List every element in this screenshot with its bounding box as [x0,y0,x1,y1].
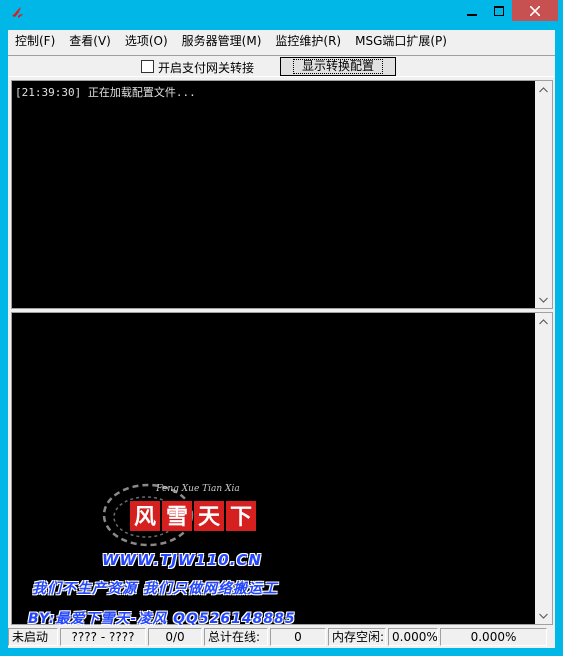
menu-server-manage[interactable]: 服务器管理(M) [175,32,269,50]
payment-gateway-label[interactable]: 开启支付网关转接 [158,59,254,76]
maximize-button[interactable] [485,0,512,21]
author-line: BY:最爱下雪天-凌风 QQ526148885 [28,611,296,627]
chevron-down-icon [539,613,548,619]
scroll-down-button[interactable] [535,291,552,308]
payment-gateway-checkbox[interactable] [141,60,154,73]
logo-char: 雪 [166,505,188,530]
status-count: 0/0 [148,628,202,646]
log-pane[interactable]: [21:39:30] 正在加载配置文件... [11,80,553,309]
menu-monitor[interactable]: 监控维护(R) [268,32,348,50]
status-online-value: 0 [270,628,326,646]
log-line: [21:39:30] 正在加载配置文件... [15,86,196,99]
status-mem-value: 0.000% [388,628,438,646]
status-extra-value: 0.000% [440,628,547,646]
close-icon [530,5,540,16]
fengxue-logo: 风 雪 天 下 Feng Xue Tian Xia [102,483,256,547]
minimize-button[interactable] [458,0,485,21]
scroll-up-button[interactable] [535,313,552,330]
logo-char: 天 [198,505,221,530]
close-button[interactable] [512,0,558,21]
client-area: 控制(F) 查看(V) 选项(O) 服务器管理(M) 监控维护(R) MSG端口… [8,30,555,648]
status-online-label: 总计在线: [204,628,268,646]
slogan-text: 我们不生产资源 我们只做网络搬运工 [32,581,278,597]
maximize-icon [493,5,504,16]
menu-options[interactable]: 选项(O) [118,32,175,50]
chevron-up-icon [539,86,548,92]
scroll-up-button[interactable] [535,81,552,98]
minimize-icon [466,13,477,16]
status-range: ???? - ???? [60,628,146,646]
status-mem-label: 内存空闲: [328,628,386,646]
logo-char: 下 [230,505,252,530]
banner-pane[interactable]: 风 雪 天 下 Feng Xue Tian Xia WWW.TJW110.CN … [11,312,553,627]
show-config-button[interactable]: 显示转换配置 [280,57,396,76]
log-scrollbar[interactable] [535,81,552,308]
app-window: 控制(F) 查看(V) 选项(O) 服务器管理(M) 监控维护(R) MSG端口… [0,0,563,656]
status-state: 未启动 [8,628,58,646]
toolbar: 开启支付网关转接 显示转换配置 [8,55,555,77]
banner-scrollbar[interactable] [535,313,552,624]
chevron-down-icon [539,297,548,303]
menu-control[interactable]: 控制(F) [8,32,62,50]
menu-view[interactable]: 查看(V) [62,32,118,50]
scroll-down-button[interactable] [535,607,552,624]
chevron-up-icon [539,318,548,324]
menu-msg-port[interactable]: MSG端口扩展(P) [348,32,454,50]
status-bar: 未启动 ???? - ???? 0/0 总计在线: 0 内存空闲: 0.000%… [8,628,555,647]
menu-bar: 控制(F) 查看(V) 选项(O) 服务器管理(M) 监控维护(R) MSG端口… [8,30,555,52]
logo-char: 风 [134,505,156,530]
app-icon [12,7,23,18]
logo-subtext: Feng Xue Tian Xia [155,484,239,494]
title-bar[interactable] [0,0,563,26]
site-url: WWW.TJW110.CN [102,551,262,569]
show-config-label: 显示转换配置 [292,59,383,74]
